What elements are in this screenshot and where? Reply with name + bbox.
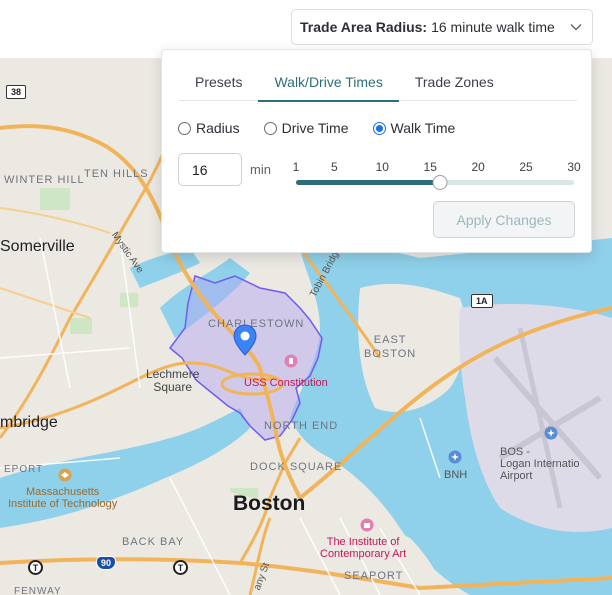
slider-tick-label: 25: [519, 160, 533, 174]
slider-tick-label: 10: [375, 160, 389, 174]
map-label-seaport: SEAPORT: [344, 570, 404, 582]
map-label-somerville: Somerville: [0, 238, 75, 255]
route-38-shield: 38: [6, 85, 27, 99]
radio-drive-time[interactable]: [263, 121, 277, 135]
slider-tick-label: 20: [471, 160, 485, 174]
radio-label-walk-time: Walk Time: [390, 120, 456, 136]
map-label-ten-hills: TEN HILLS: [84, 168, 149, 180]
tab-walk-drive-times[interactable]: Walk/Drive Times: [258, 62, 400, 102]
radio-option-radius[interactable]: Radius: [178, 120, 240, 136]
slider-tick-label: 1: [292, 160, 300, 174]
map-label-cambridge: mbridge: [0, 414, 58, 431]
map-label-fenway: FENWAY: [14, 586, 62, 595]
airplane-icon: [448, 450, 462, 464]
panel-tabs: Presets Walk/Drive Times Trade Zones: [179, 62, 577, 102]
map-label-north-end: NORTH END: [264, 420, 339, 432]
transit-t-icon[interactable]: T: [28, 560, 43, 575]
slider-tick-label: 15: [423, 160, 437, 174]
trade-area-label: Trade Area Radius:: [300, 19, 428, 35]
map-label-back-bay: BACK BAY: [122, 536, 185, 548]
map-label-eport: EPORT: [4, 464, 44, 475]
airplane-icon: [544, 426, 558, 440]
radio-walk-time[interactable]: [372, 121, 386, 135]
trade-area-panel: Presets Walk/Drive Times Trade Zones Rad…: [161, 49, 592, 253]
trade-area-value: 16 minute walk time: [431, 19, 555, 35]
university-icon: [58, 468, 72, 482]
route-1a-shield: 1A: [471, 294, 493, 308]
tab-presets[interactable]: Presets: [179, 62, 258, 101]
map-label-winter-hill: WINTER HILL: [4, 174, 85, 186]
map-label-lechmere: Lechmere Square: [146, 367, 200, 394]
minutes-unit-label: min: [250, 162, 271, 177]
landmark-icon: [284, 354, 298, 368]
tab-trade-zones[interactable]: Trade Zones: [399, 62, 510, 101]
slider-fill: [296, 180, 440, 185]
map-label-boston: Boston: [233, 492, 306, 515]
minutes-slider[interactable]: 1 5 10 15 20 25 30: [292, 160, 581, 190]
radio-label-drive-time: Drive Time: [281, 120, 349, 136]
slider-tick-label: 30: [567, 160, 581, 174]
map-label-east-boston: EAST BOSTON: [364, 334, 417, 360]
radio-radius[interactable]: [178, 121, 191, 135]
radio-option-drive-time[interactable]: Drive Time: [263, 120, 349, 136]
map-label-mit: Massachusetts Institute of Technology: [8, 486, 118, 510]
i90-shield: 90: [96, 556, 117, 570]
map-label-dock-square: DOCK SQUARE: [250, 461, 343, 473]
museum-icon: [360, 518, 374, 532]
chevron-down-icon: [570, 24, 582, 31]
radio-option-walk-time[interactable]: Walk Time: [372, 120, 456, 136]
minutes-input[interactable]: [178, 153, 242, 186]
map-label-bos-logan: BOS - Logan Internatio Airport: [500, 446, 580, 482]
slider-tick-label: 5: [331, 160, 338, 174]
travel-mode-group: Radius Drive Time Walk Time: [178, 120, 479, 136]
map-label-uss-constitution: USS Constitution: [244, 377, 328, 389]
app-root: WINTER HILL TEN HILLS Mystic Ave Somervi…: [0, 0, 612, 595]
transit-t-icon[interactable]: T: [173, 560, 188, 575]
map-label-bnh: BNH: [444, 469, 468, 481]
apply-changes-button[interactable]: Apply Changes: [433, 201, 575, 238]
radio-label-radius: Radius: [196, 120, 240, 136]
map-label-ica: The Institute of Contemporary Art: [320, 536, 407, 560]
trade-area-radius-select[interactable]: Trade Area Radius: 16 minute walk time: [291, 9, 593, 45]
map-pin-icon[interactable]: [233, 324, 257, 356]
slider-thumb[interactable]: [432, 175, 448, 190]
